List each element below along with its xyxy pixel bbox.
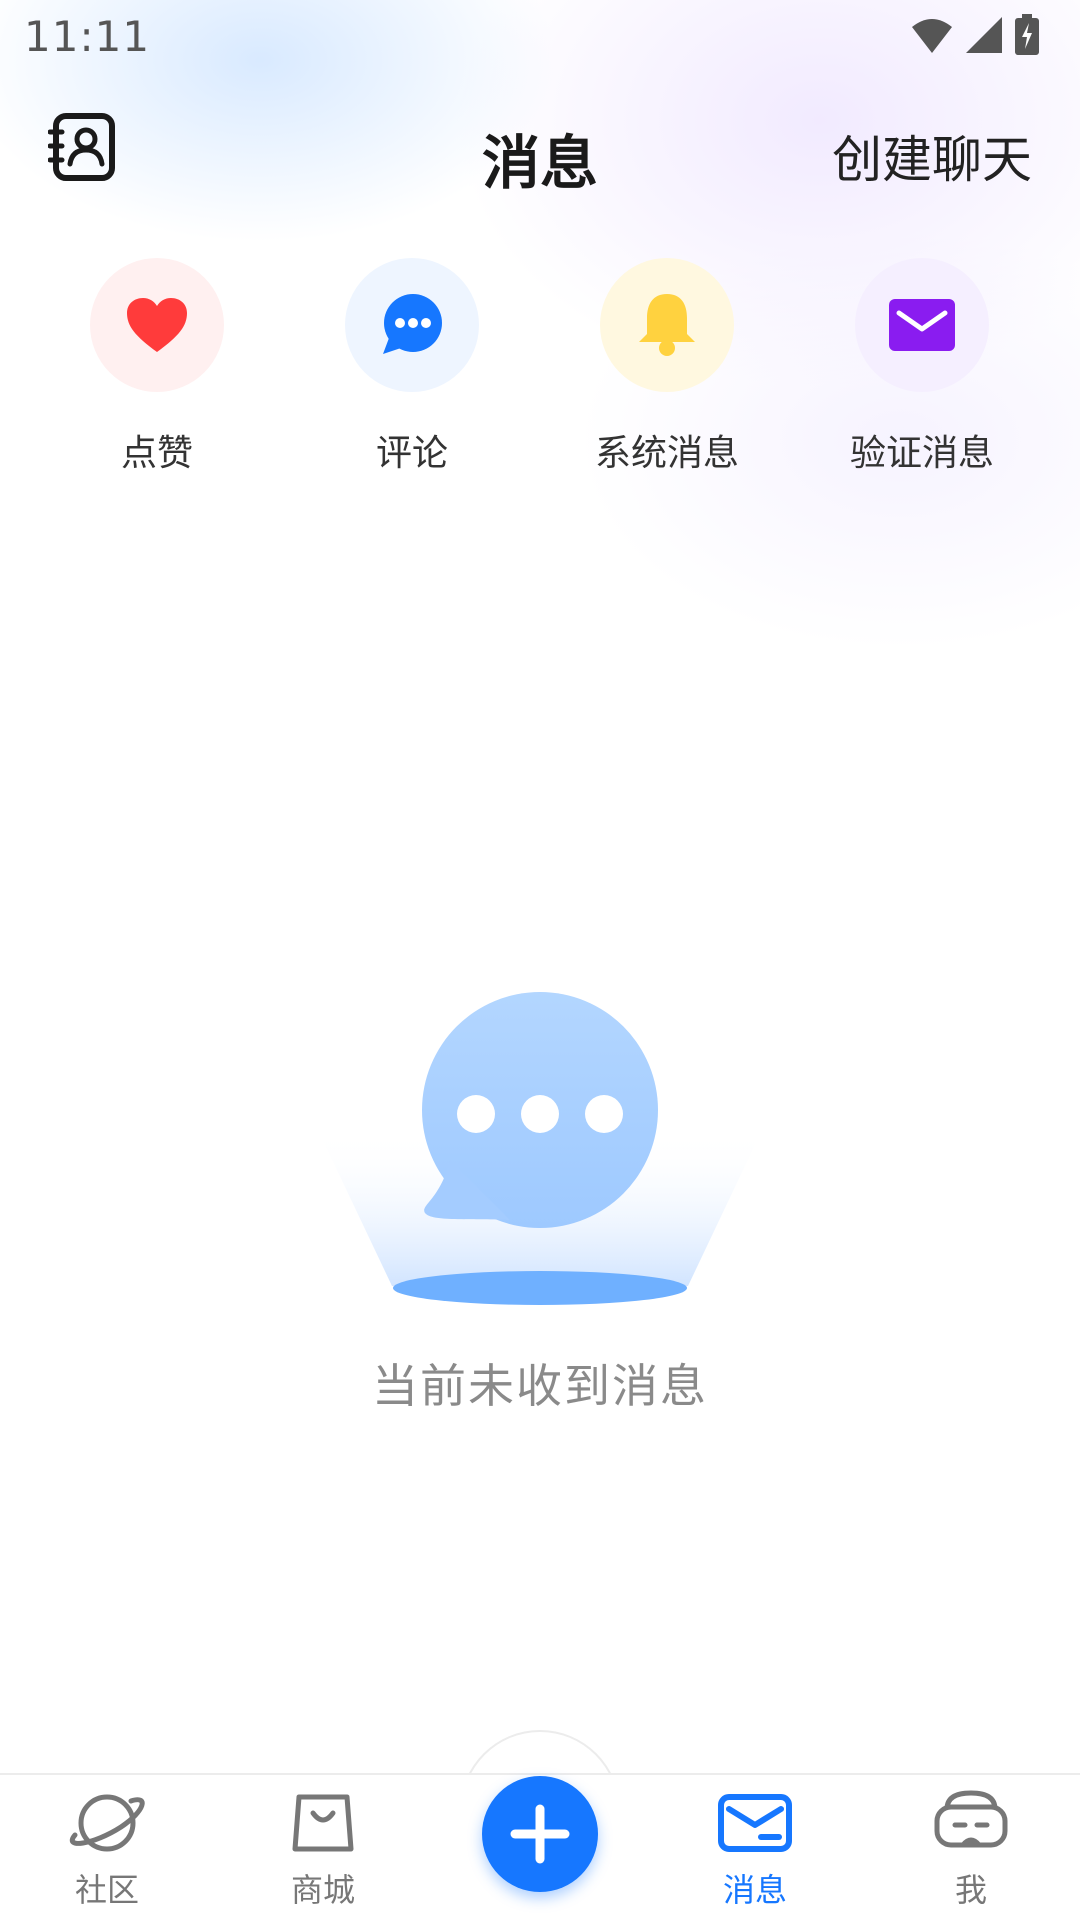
status-icons [910, 14, 1040, 56]
nav-label: 社区 [74, 1871, 139, 1909]
chat-bubble-icon [318, 992, 762, 1305]
comments-icon-circle [345, 258, 479, 392]
cellular-signal-icon [966, 17, 1002, 53]
nav-label: 消息 [722, 1871, 787, 1909]
status-time: 11:11 [24, 12, 151, 61]
heart-icon [127, 298, 187, 352]
quick-entries: 点赞 评论 系统消息 验证消息 [0, 258, 1080, 478]
planet-icon [69, 1794, 145, 1852]
quick-entry-label: 评论 [375, 433, 448, 474]
bell-icon [639, 294, 695, 356]
quick-entry-verification[interactable]: 验证消息 [812, 258, 1032, 476]
quick-entry-comments[interactable]: 评论 [302, 258, 522, 476]
wifi-icon [912, 19, 952, 53]
envelope-icon [889, 299, 955, 351]
nav-item-me[interactable]: 我 [891, 1789, 1051, 1911]
nav-label: 我 [954, 1871, 987, 1909]
add-button[interactable] [482, 1776, 598, 1892]
system-icon-circle [600, 258, 734, 392]
nav-label: 商城 [290, 1871, 355, 1909]
empty-state-text: 当前未收到消息 [372, 1359, 708, 1413]
nav-item-messages[interactable]: 消息 [675, 1789, 835, 1911]
quick-entry-label: 点赞 [120, 433, 193, 474]
shopping-bag-icon [292, 1794, 354, 1852]
vr-headset-icon [934, 1790, 1008, 1848]
quick-entry-system[interactable]: 系统消息 [557, 258, 777, 476]
empty-state: 当前未收到消息 [0, 980, 1080, 1420]
likes-icon-circle [90, 258, 224, 392]
quick-entry-label: 验证消息 [849, 433, 994, 474]
verification-icon-circle [855, 258, 989, 392]
status-bar: 11:11 [0, 0, 1080, 76]
comment-icon [383, 294, 442, 354]
battery-icon [1015, 14, 1039, 55]
header: 消息 创建聊天 [0, 90, 1080, 210]
nav-item-community[interactable]: 社区 [27, 1789, 187, 1911]
nav-item-mall[interactable]: 商城 [243, 1789, 403, 1911]
create-chat-button[interactable]: 创建聊天 [832, 120, 1032, 192]
mail-icon [718, 1794, 792, 1852]
quick-entry-likes[interactable]: 点赞 [47, 258, 267, 476]
plus-icon [510, 1804, 570, 1864]
quick-entry-label: 系统消息 [594, 433, 739, 474]
